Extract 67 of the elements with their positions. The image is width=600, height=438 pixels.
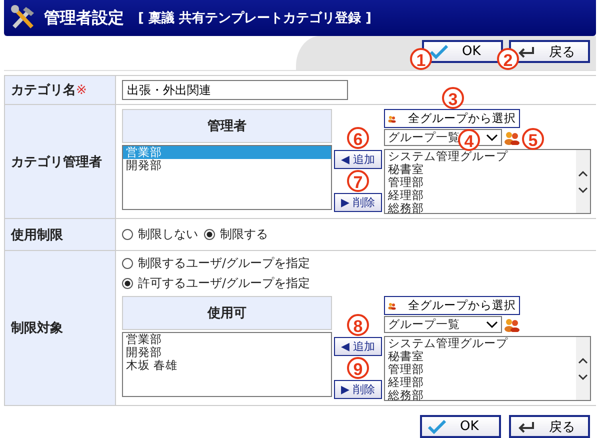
ok-button[interactable]: OK xyxy=(420,415,501,438)
field-label: 制限対象 xyxy=(5,251,115,405)
callout-number: 5 xyxy=(522,128,544,150)
list-item[interactable]: 開発部 xyxy=(123,159,331,172)
group-icon[interactable] xyxy=(504,130,520,144)
list-item[interactable]: 総務部 xyxy=(385,389,576,402)
field-label: 使用制限 xyxy=(5,219,115,250)
radio-button[interactable] xyxy=(122,229,133,240)
callout-number: 2 xyxy=(497,48,519,70)
radio-option[interactable]: 許可するユーザ/グループを指定 xyxy=(122,275,591,292)
category-name-field[interactable]: 出張・外出関連 xyxy=(122,80,348,100)
select-all-groups-button[interactable]: 全グループから選択 xyxy=(384,109,520,128)
group-list[interactable]: システム管理グループ 秘書室 管理部 経理部 総務部 xyxy=(384,149,591,214)
callout-number: 8 xyxy=(347,314,369,336)
callout-number: 4 xyxy=(458,129,480,151)
list-item[interactable]: 秘書室 xyxy=(385,350,576,363)
selected-list[interactable]: 営業部 開発部 木坂 春雄 xyxy=(122,332,332,397)
radio-option[interactable]: 制限する xyxy=(204,226,268,243)
list-item[interactable]: 経理部 xyxy=(385,189,576,202)
radio-button[interactable] xyxy=(122,278,133,289)
chevron-down-icon xyxy=(486,320,498,328)
list-item[interactable]: 営業部 xyxy=(123,333,331,346)
group-list[interactable]: システム管理グループ 秘書室 管理部 経理部 総務部 xyxy=(384,336,591,401)
group-icon[interactable] xyxy=(504,318,520,332)
scrollbar[interactable] xyxy=(576,150,590,213)
check-icon xyxy=(428,420,446,434)
ok-button[interactable]: OK xyxy=(422,40,503,63)
return-arrow-icon xyxy=(517,420,535,432)
list-heading: 使用可 xyxy=(122,296,332,330)
scroll-up-icon[interactable] xyxy=(578,356,588,364)
list-item[interactable]: 秘書室 xyxy=(385,163,576,176)
selected-list[interactable]: 営業部 開発部 xyxy=(122,145,332,210)
remove-button[interactable]: ▶ 削除 xyxy=(334,380,382,399)
group-dropdown[interactable]: グループ一覧 xyxy=(384,316,502,333)
radio-button[interactable] xyxy=(204,229,215,240)
field-label: カテゴリ名※ xyxy=(5,76,115,104)
add-button[interactable]: ◀ 追加 xyxy=(334,150,382,169)
scroll-down-icon[interactable] xyxy=(578,374,588,380)
page-title: 管理者設定 xyxy=(44,8,124,28)
scrollbar[interactable] xyxy=(576,337,590,400)
radio-option[interactable]: 制限しない xyxy=(122,226,198,243)
page-subtitle: [ 稟議 共有テンプレートカテゴリ登録 ] xyxy=(138,10,372,27)
select-all-groups-button[interactable]: 全グループから選択 xyxy=(384,296,520,315)
field-label: カテゴリ管理者 xyxy=(5,105,115,218)
list-item[interactable]: 管理部 xyxy=(385,176,576,189)
callout-number: 1 xyxy=(410,48,432,70)
callout-number: 7 xyxy=(347,170,369,192)
list-item[interactable]: 管理部 xyxy=(385,363,576,376)
return-arrow-icon xyxy=(517,46,535,58)
radio-option[interactable]: 制限するユーザ/グループを指定 xyxy=(122,255,591,272)
list-item[interactable]: システム管理グループ xyxy=(385,150,576,163)
check-icon xyxy=(430,44,448,58)
list-item[interactable]: 経理部 xyxy=(385,376,576,389)
chevron-down-icon xyxy=(486,134,498,142)
remove-button[interactable]: ▶ 削除 xyxy=(334,193,382,212)
list-heading: 管理者 xyxy=(122,109,332,143)
callout-number: 9 xyxy=(347,357,369,379)
scroll-up-icon[interactable] xyxy=(578,170,588,176)
list-item[interactable]: 総務部 xyxy=(385,202,576,215)
scroll-down-icon[interactable] xyxy=(578,186,588,194)
list-item[interactable]: システム管理グループ xyxy=(385,337,576,350)
callout-number: 6 xyxy=(347,127,369,149)
radio-button[interactable] xyxy=(122,258,133,269)
back-button[interactable]: 戻る xyxy=(509,415,590,438)
list-item[interactable]: 木坂 春雄 xyxy=(123,359,331,372)
add-button[interactable]: ◀ 追加 xyxy=(334,337,382,356)
list-item[interactable]: 開発部 xyxy=(123,346,331,359)
